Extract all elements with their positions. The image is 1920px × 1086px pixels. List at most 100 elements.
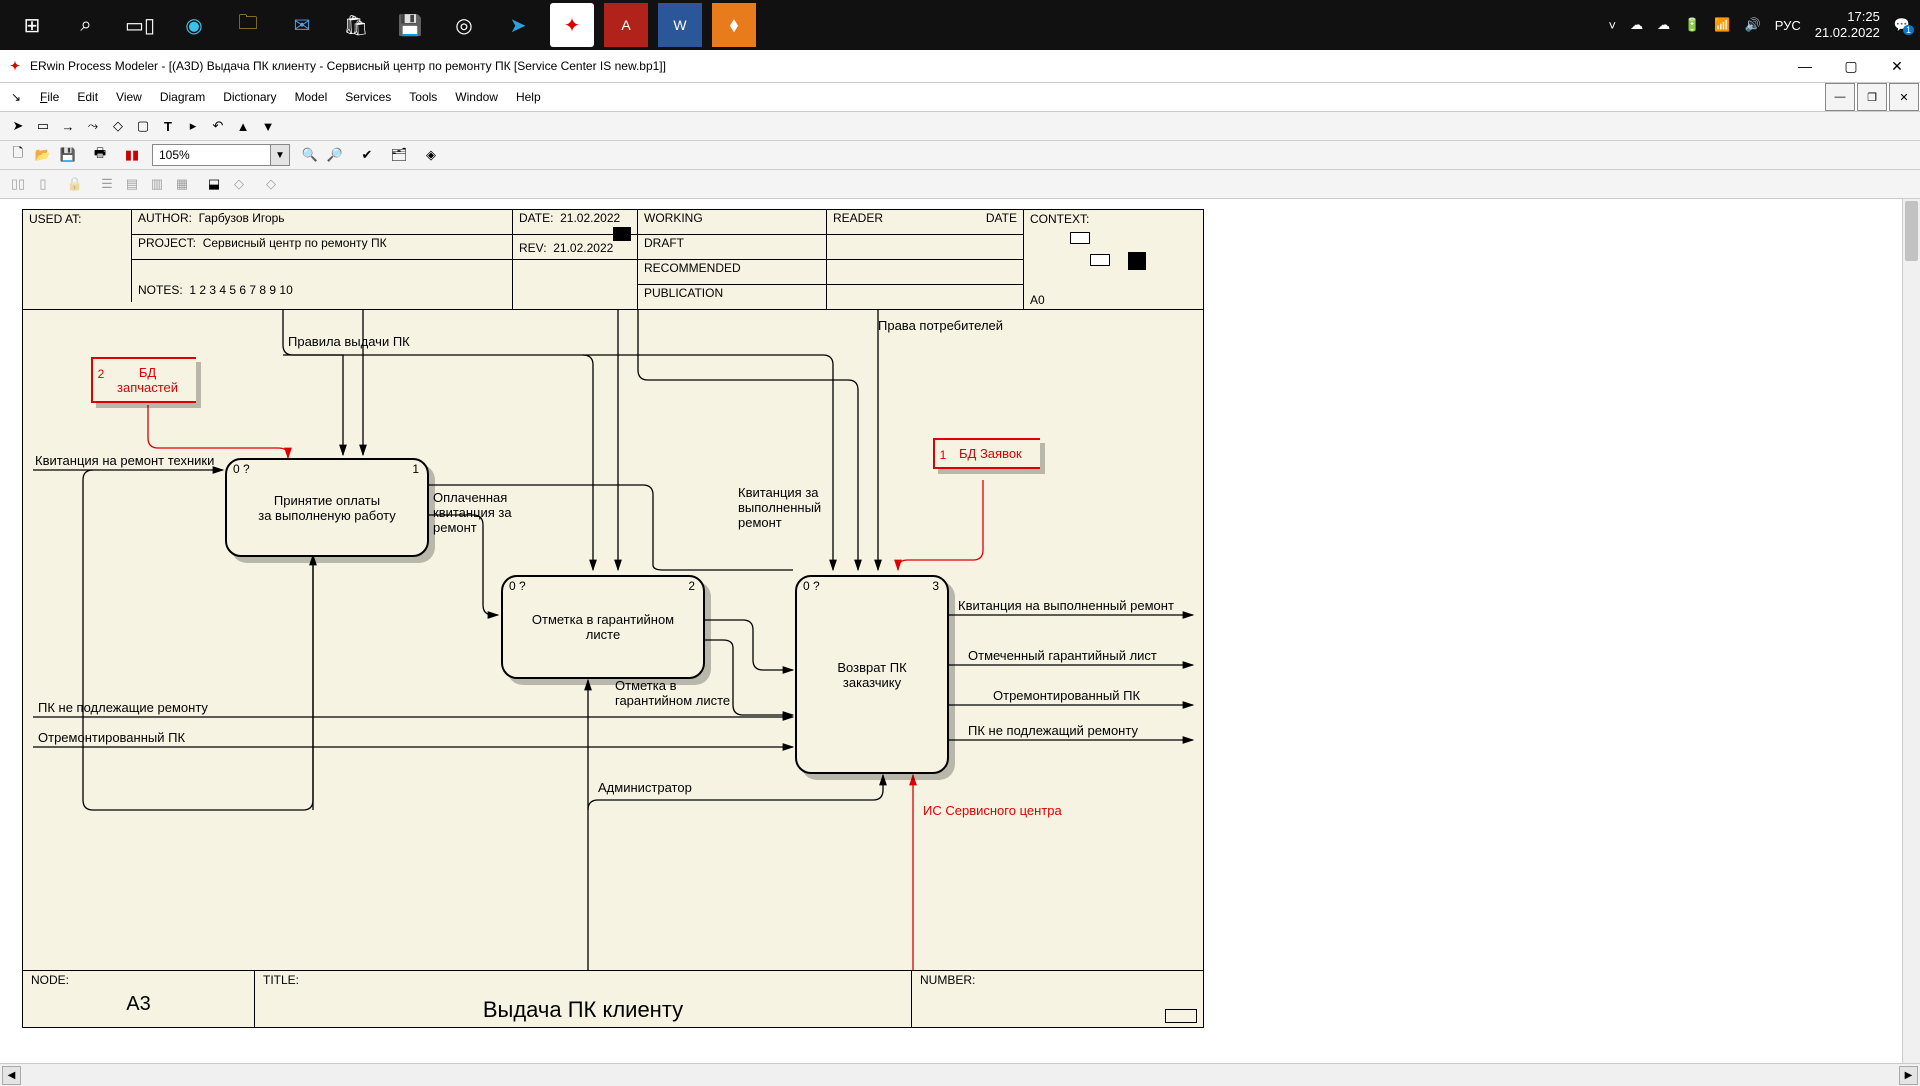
- scroll-right-button[interactable]: ▶: [1899, 1066, 1918, 1085]
- label-out4: ПК не подлежащий ремонту: [968, 723, 1138, 738]
- label-is-sc: ИС Сервисного центра: [923, 803, 1062, 818]
- mdi-close-button[interactable]: ✕: [1889, 83, 1919, 111]
- telegram-icon[interactable]: ➤: [496, 3, 540, 47]
- onedrive-icon[interactable]: ☁: [1630, 17, 1643, 33]
- squiggle-tool[interactable]: ⤳: [81, 114, 105, 138]
- nav-up-tool[interactable]: ▲: [231, 114, 255, 138]
- activity-tool[interactable]: ▭: [31, 114, 55, 138]
- lang-indicator[interactable]: РУС: [1775, 18, 1801, 33]
- clock[interactable]: 17:25 21.02.2022: [1815, 9, 1880, 40]
- zoom-out-button[interactable]: 🔎: [323, 143, 347, 167]
- undo-tool[interactable]: ↶: [206, 114, 230, 138]
- text-tool[interactable]: T: [156, 114, 180, 138]
- label-out1: Квитанция на выполненный ремонт: [958, 598, 1174, 613]
- save-button[interactable]: 💾: [56, 143, 80, 167]
- close-button[interactable]: ✕: [1874, 50, 1920, 82]
- chevron-down-icon[interactable]: ▼: [270, 145, 289, 165]
- taskview-icon[interactable]: ▭▯: [118, 3, 162, 47]
- new-button[interactable]: 🗋: [6, 143, 30, 167]
- label-out3: Отремонтированный ПК: [993, 688, 1140, 703]
- erwin-icon[interactable]: ✦: [550, 3, 594, 47]
- menu-edit[interactable]: Edit: [69, 87, 106, 107]
- menu-window[interactable]: Window: [447, 87, 506, 107]
- menu-dictionary[interactable]: Dictionary: [215, 87, 284, 107]
- diamond-tool[interactable]: ◇: [106, 114, 130, 138]
- mail-icon[interactable]: ✉: [280, 3, 324, 47]
- zoom-combo[interactable]: 105%▼: [152, 144, 290, 166]
- opt1-button: ◇: [227, 172, 251, 196]
- pointer-tool[interactable]: ➤: [6, 114, 30, 138]
- menu-diagram[interactable]: Diagram: [152, 87, 213, 107]
- chevron-up-icon[interactable]: ˅: [1609, 18, 1617, 33]
- nav-down-tool[interactable]: ▼: [256, 114, 280, 138]
- same-w-button: ▥: [145, 172, 169, 196]
- snip-icon[interactable]: 💾: [388, 3, 432, 47]
- spellcheck-button[interactable]: ✔: [355, 143, 379, 167]
- datastore-requests-db[interactable]: 1 БД Заявок: [933, 438, 1040, 469]
- word-icon[interactable]: W: [658, 3, 702, 47]
- horizontal-scrollbar[interactable]: ◀ ▶: [0, 1063, 1920, 1086]
- label-done-receipt: Квитанция за выполненный ремонт: [738, 485, 821, 530]
- diagram-body[interactable]: 2 БД запчастей 1 БД Заявок 0 ?1 Принятие…: [23, 310, 1203, 970]
- search-icon[interactable]: ⌕: [64, 3, 108, 47]
- datastore-parts-db[interactable]: 2 БД запчастей: [91, 357, 196, 403]
- label-pk-fixed: Отремонтированный ПК: [38, 730, 185, 745]
- zoom-in-button[interactable]: 🔍: [298, 143, 322, 167]
- battery-icon[interactable]: 🔋: [1684, 17, 1700, 33]
- report-button[interactable]: ▮▮: [120, 143, 144, 167]
- chrome-icon[interactable]: ◎: [442, 3, 486, 47]
- open-button[interactable]: 📂: [31, 143, 55, 167]
- wifi-icon[interactable]: 📶: [1714, 17, 1730, 33]
- lock-button: 🔒: [63, 172, 87, 196]
- store-icon[interactable]: 🛍: [334, 3, 378, 47]
- volume-icon[interactable]: 🔊: [1745, 17, 1761, 33]
- hierarchy-button[interactable]: ⬓: [202, 172, 226, 196]
- mdi-restore-button[interactable]: ❐: [1857, 83, 1887, 111]
- weather-icon[interactable]: ☁: [1657, 17, 1670, 33]
- arrow-tool[interactable]: →: [56, 114, 80, 138]
- edge-icon[interactable]: ◉: [172, 3, 216, 47]
- sheet-footer: NODE: A3 TITLE: Выдача ПК клиенту NUMBER…: [23, 970, 1203, 1027]
- menu-model[interactable]: Model: [287, 87, 336, 107]
- label-out2: Отмеченный гарантийный лист: [968, 648, 1157, 663]
- acrobat-icon[interactable]: A: [604, 3, 648, 47]
- goto-parent-tool[interactable]: ▸: [181, 114, 205, 138]
- activity-return-pc[interactable]: 0 ?3 Возврат ПК заказчику: [795, 575, 949, 774]
- windows-taskbar: ⊞ ⌕ ▭▯ ◉ 🗀 ✉ 🛍 💾 ◎ ➤ ✦ A W ⬧ ˅ ☁ ☁ 🔋 📶 🔊…: [0, 0, 1920, 50]
- menu-services[interactable]: Services: [337, 87, 399, 107]
- opt2-button: ◇: [259, 172, 283, 196]
- mdi-minimize-button[interactable]: —: [1825, 83, 1855, 111]
- about-button[interactable]: ◈: [419, 143, 443, 167]
- align-center-button: ▯: [31, 172, 55, 196]
- activity-warranty-mark[interactable]: 0 ?2 Отметка в гарантийном листе: [501, 575, 705, 679]
- toolbar-shapes: ➤ ▭ → ⤳ ◇ ▢ T ▸ ↶ ▲ ▼: [0, 112, 1920, 141]
- idef0-sheet: USED AT: AUTHOR: Гарбузов Игорь PROJECT:…: [22, 209, 1204, 1028]
- label-admin: Администратор: [598, 780, 692, 795]
- vertical-scrollbar[interactable]: [1902, 199, 1920, 1063]
- menu-tools[interactable]: Tools: [401, 87, 445, 107]
- notifications-icon[interactable]: 💬1: [1894, 17, 1910, 33]
- print-button[interactable]: 🖶: [88, 143, 112, 167]
- dist-h-button: ☰: [95, 172, 119, 196]
- scroll-left-button[interactable]: ◀: [2, 1066, 21, 1085]
- start-icon[interactable]: ⊞: [10, 3, 54, 47]
- model-explorer-button[interactable]: 🗂: [387, 143, 411, 167]
- menu-view[interactable]: View: [108, 87, 150, 107]
- activity-accept-payment[interactable]: 0 ?1 Принятие оплаты за выполненую работ…: [225, 458, 429, 557]
- toolbar-align: ▯▯ ▯ 🔒 ☰ ▤ ▥ ▦ ⬓ ◇ ◇: [0, 170, 1920, 199]
- maximize-button[interactable]: ▢: [1828, 50, 1874, 82]
- menu-file[interactable]: FFileile: [32, 87, 67, 107]
- label-rights: Права потребителей: [878, 318, 1003, 333]
- label-pk-norepair: ПК не подлежащие ремонту: [38, 700, 208, 715]
- explorer-icon[interactable]: 🗀: [226, 3, 270, 47]
- diagram-canvas[interactable]: USED AT: AUTHOR: Гарбузов Игорь PROJECT:…: [0, 199, 1920, 1063]
- external-tool[interactable]: ▢: [131, 114, 155, 138]
- menubar: ↘ FFileile Edit View Diagram Dictionary …: [0, 83, 1920, 112]
- drawio-icon[interactable]: ⬧: [712, 3, 756, 47]
- dist-v-button: ▤: [120, 172, 144, 196]
- menu-help[interactable]: Help: [508, 87, 549, 107]
- minimize-button[interactable]: —: [1782, 50, 1828, 82]
- sheet-header: USED AT: AUTHOR: Гарбузов Игорь PROJECT:…: [23, 210, 1203, 310]
- label-rules: Правила выдачи ПК: [288, 334, 410, 349]
- toolbar-standard: 🗋 📂 💾 🖶 ▮▮ 105%▼ 🔍 🔎 ✔ 🗂 ◈: [0, 141, 1920, 170]
